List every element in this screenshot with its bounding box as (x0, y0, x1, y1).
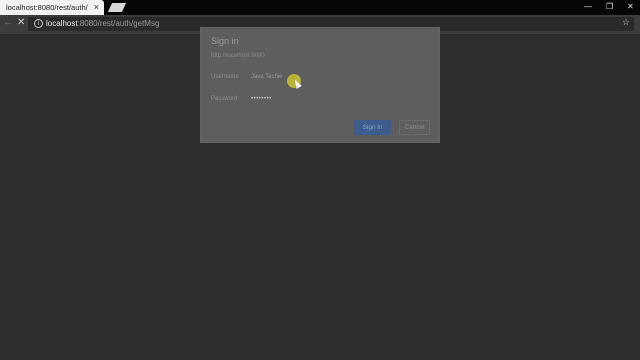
url-path: :8080/rest/auth/getMsg (77, 19, 160, 28)
password-value: •••••••• (251, 96, 272, 102)
window-close-icon[interactable]: ✕ (627, 2, 634, 12)
dialog-title: Sign in (211, 36, 239, 46)
username-value: Java Techie (251, 74, 283, 80)
sign-in-button[interactable]: Sign in (354, 120, 391, 135)
password-label: Password (211, 96, 238, 102)
password-field[interactable]: •••••••• (249, 93, 431, 106)
back-arrow-icon[interactable]: ← (3, 17, 13, 28)
tab-close-icon[interactable]: × (94, 2, 99, 12)
dialog-origin: http://localhost:8080 (211, 53, 265, 59)
username-field[interactable]: Java Techie (249, 71, 431, 84)
minimize-icon[interactable]: — (584, 2, 592, 12)
url-host: localhost (46, 19, 78, 28)
browser-tab[interactable]: localhost:8080/rest/auth/getM × (0, 0, 104, 15)
tab-strip: localhost:8080/rest/auth/getM × — ❐ ✕ (0, 0, 640, 15)
tab-title: localhost:8080/rest/auth/getM (6, 3, 88, 12)
stop-loading-icon[interactable]: ✕ (17, 17, 25, 28)
cancel-button[interactable]: Cancel (399, 120, 430, 135)
url-text[interactable]: localhost:8080/rest/auth/getMsg (46, 18, 159, 30)
sign-in-dialog: Sign in http://localhost:8080 Username J… (200, 27, 440, 143)
info-icon[interactable]: i (34, 19, 43, 28)
new-tab-button[interactable] (107, 3, 127, 12)
username-label: Username (211, 74, 239, 80)
restore-icon[interactable]: ❐ (606, 2, 613, 12)
bookmark-star-icon[interactable]: ☆ (622, 17, 630, 28)
